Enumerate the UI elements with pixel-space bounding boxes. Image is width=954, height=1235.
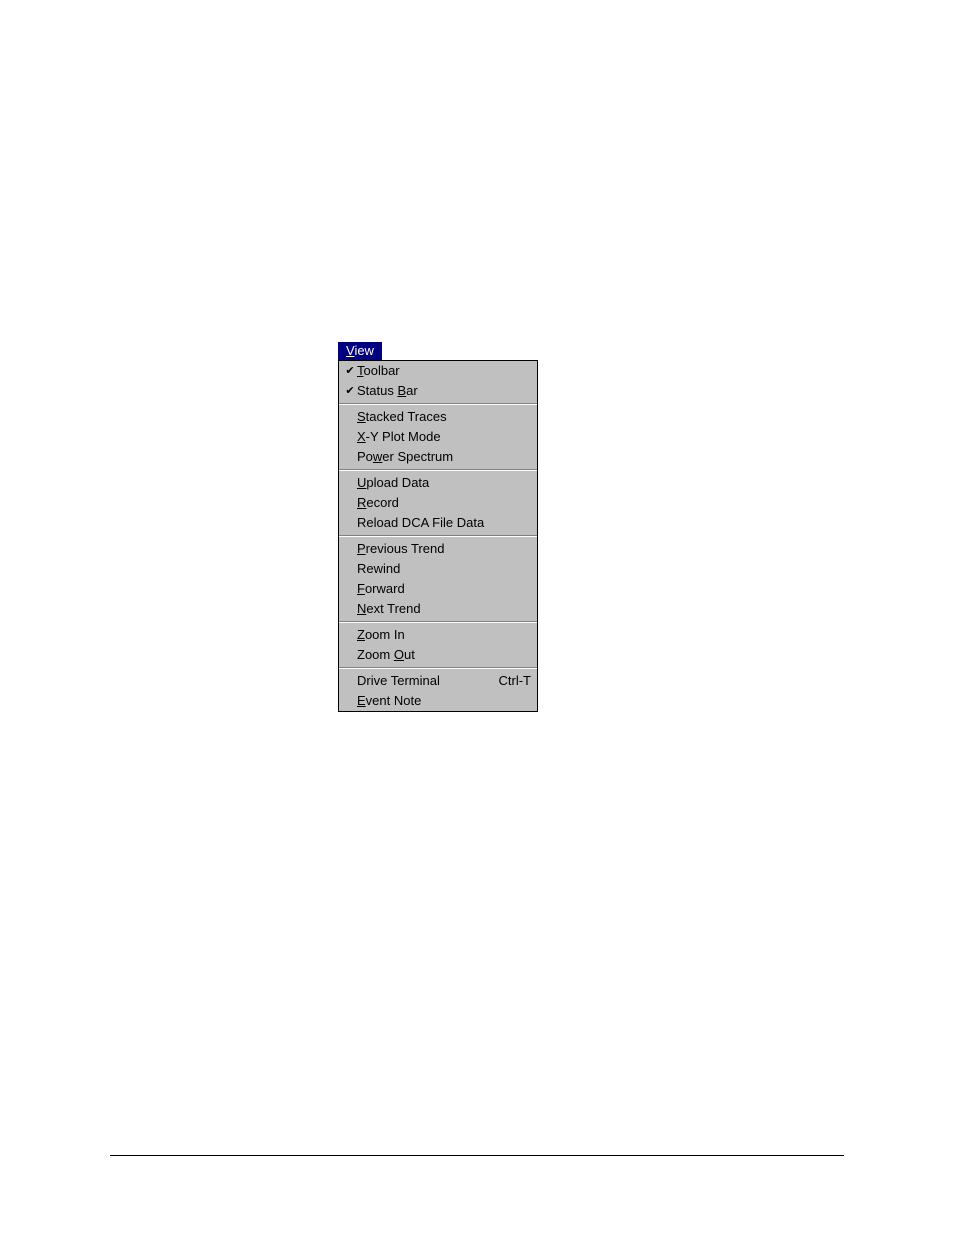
menu-item-label: Reload DCA File Data [357, 514, 531, 532]
menu-item-label-post: -Y Plot Mode [366, 429, 441, 444]
menu-item-label: Stacked Traces [357, 408, 531, 426]
menu-item-label-post: ecord [366, 495, 399, 510]
menu-item-label: X-Y Plot Mode [357, 428, 531, 446]
menu-item-label-pre: Zoom [357, 647, 394, 662]
menu-item-forward[interactable]: Forward [339, 579, 537, 599]
menu-item-next-trend[interactable]: Next Trend [339, 599, 537, 619]
menu-item-label-post: ut [404, 647, 415, 662]
menu-item-label-post: orward [365, 581, 405, 596]
menu-item-label-post: tacked Traces [366, 409, 447, 424]
menu-item-label: Power Spectrum [357, 448, 531, 466]
menu-item-label-post: ar [406, 383, 418, 398]
menu-item-status-bar[interactable]: ✔Status Bar [339, 381, 537, 401]
menu-item-xy-plot-mode[interactable]: X-Y Plot Mode [339, 427, 537, 447]
menu-item-label: Next Trend [357, 600, 531, 618]
menu-item-label: Zoom In [357, 626, 531, 644]
menu-item-shortcut: Ctrl-T [487, 672, 532, 690]
menu-item-label-pre: Status [357, 383, 397, 398]
menu-item-upload-data[interactable]: Upload Data [339, 473, 537, 493]
menu-separator [339, 667, 537, 669]
menu-item-label: Drive Terminal [357, 672, 487, 690]
menu-item-label-post: ext Trend [366, 601, 420, 616]
menu-item-mnemonic: O [394, 647, 404, 662]
menu-item-mnemonic: w [373, 449, 382, 464]
menu-item-reload-dca[interactable]: Reload DCA File Data [339, 513, 537, 533]
menu-item-mnemonic: U [357, 475, 366, 490]
menu-item-toolbar[interactable]: ✔Toolbar [339, 361, 537, 381]
menu-item-label-post: vent Note [366, 693, 422, 708]
menu-item-stacked-traces[interactable]: Stacked Traces [339, 407, 537, 427]
menu-item-label-pre: Rewind [357, 561, 400, 576]
menu-item-label-pre: Po [357, 449, 373, 464]
menu-item-mnemonic: P [357, 541, 366, 556]
document-page: View ✔Toolbar✔Status BarStacked TracesX-… [0, 0, 954, 1235]
menu-separator [339, 403, 537, 405]
menu-item-label: Previous Trend [357, 540, 531, 558]
menu-item-label: Forward [357, 580, 531, 598]
menu-item-label: Upload Data [357, 474, 531, 492]
menu-item-mnemonic: F [357, 581, 365, 596]
menu-separator [339, 621, 537, 623]
view-menu-title[interactable]: View [338, 342, 382, 360]
menu-item-label-post: pload Data [366, 475, 429, 490]
menu-item-label-pre: Drive Terminal [357, 673, 440, 688]
menu-item-event-note[interactable]: Event Note [339, 691, 537, 711]
menu-item-mnemonic: Z [357, 627, 365, 642]
menu-item-mnemonic: B [397, 383, 406, 398]
menu-item-label: Record [357, 494, 531, 512]
menu-item-rewind[interactable]: Rewind [339, 559, 537, 579]
menu-item-label-post: er Spectrum [382, 449, 453, 464]
menu-separator [339, 469, 537, 471]
menu-item-zoom-in[interactable]: Zoom In [339, 625, 537, 645]
menu-item-previous-trend[interactable]: Previous Trend [339, 539, 537, 559]
menu-item-label-post: revious Trend [366, 541, 445, 556]
menu-item-label: Rewind [357, 560, 531, 578]
menu-item-label: Event Note [357, 692, 531, 710]
menu-item-label: Toolbar [357, 362, 531, 380]
menu-item-label-post: oom In [365, 627, 405, 642]
menu-item-label-pre: Reload DCA File Data [357, 515, 484, 530]
menu-item-record[interactable]: Record [339, 493, 537, 513]
menu-item-label-post: oolbar [364, 363, 400, 378]
view-menu-title-post: iew [354, 343, 374, 358]
menu-item-mnemonic: R [357, 495, 366, 510]
check-icon: ✔ [343, 362, 357, 380]
menu-separator [339, 535, 537, 537]
menu-item-mnemonic: N [357, 601, 366, 616]
menu-item-label: Zoom Out [357, 646, 531, 664]
menu-item-label: Status Bar [357, 382, 531, 400]
menu-item-drive-terminal[interactable]: Drive Terminal Ctrl-T [339, 671, 537, 691]
menu-item-mnemonic: S [357, 409, 366, 424]
check-icon: ✔ [343, 382, 357, 400]
view-menu-body: ✔Toolbar✔Status BarStacked TracesX-Y Plo… [338, 360, 538, 712]
menu-item-power-spectrum[interactable]: Power Spectrum [339, 447, 537, 467]
footer-rule [110, 1155, 844, 1156]
menu-item-zoom-out[interactable]: Zoom Out [339, 645, 537, 665]
menu-item-mnemonic: X [357, 429, 366, 444]
view-menu: View ✔Toolbar✔Status BarStacked TracesX-… [338, 342, 540, 712]
menu-item-mnemonic: E [357, 693, 366, 708]
